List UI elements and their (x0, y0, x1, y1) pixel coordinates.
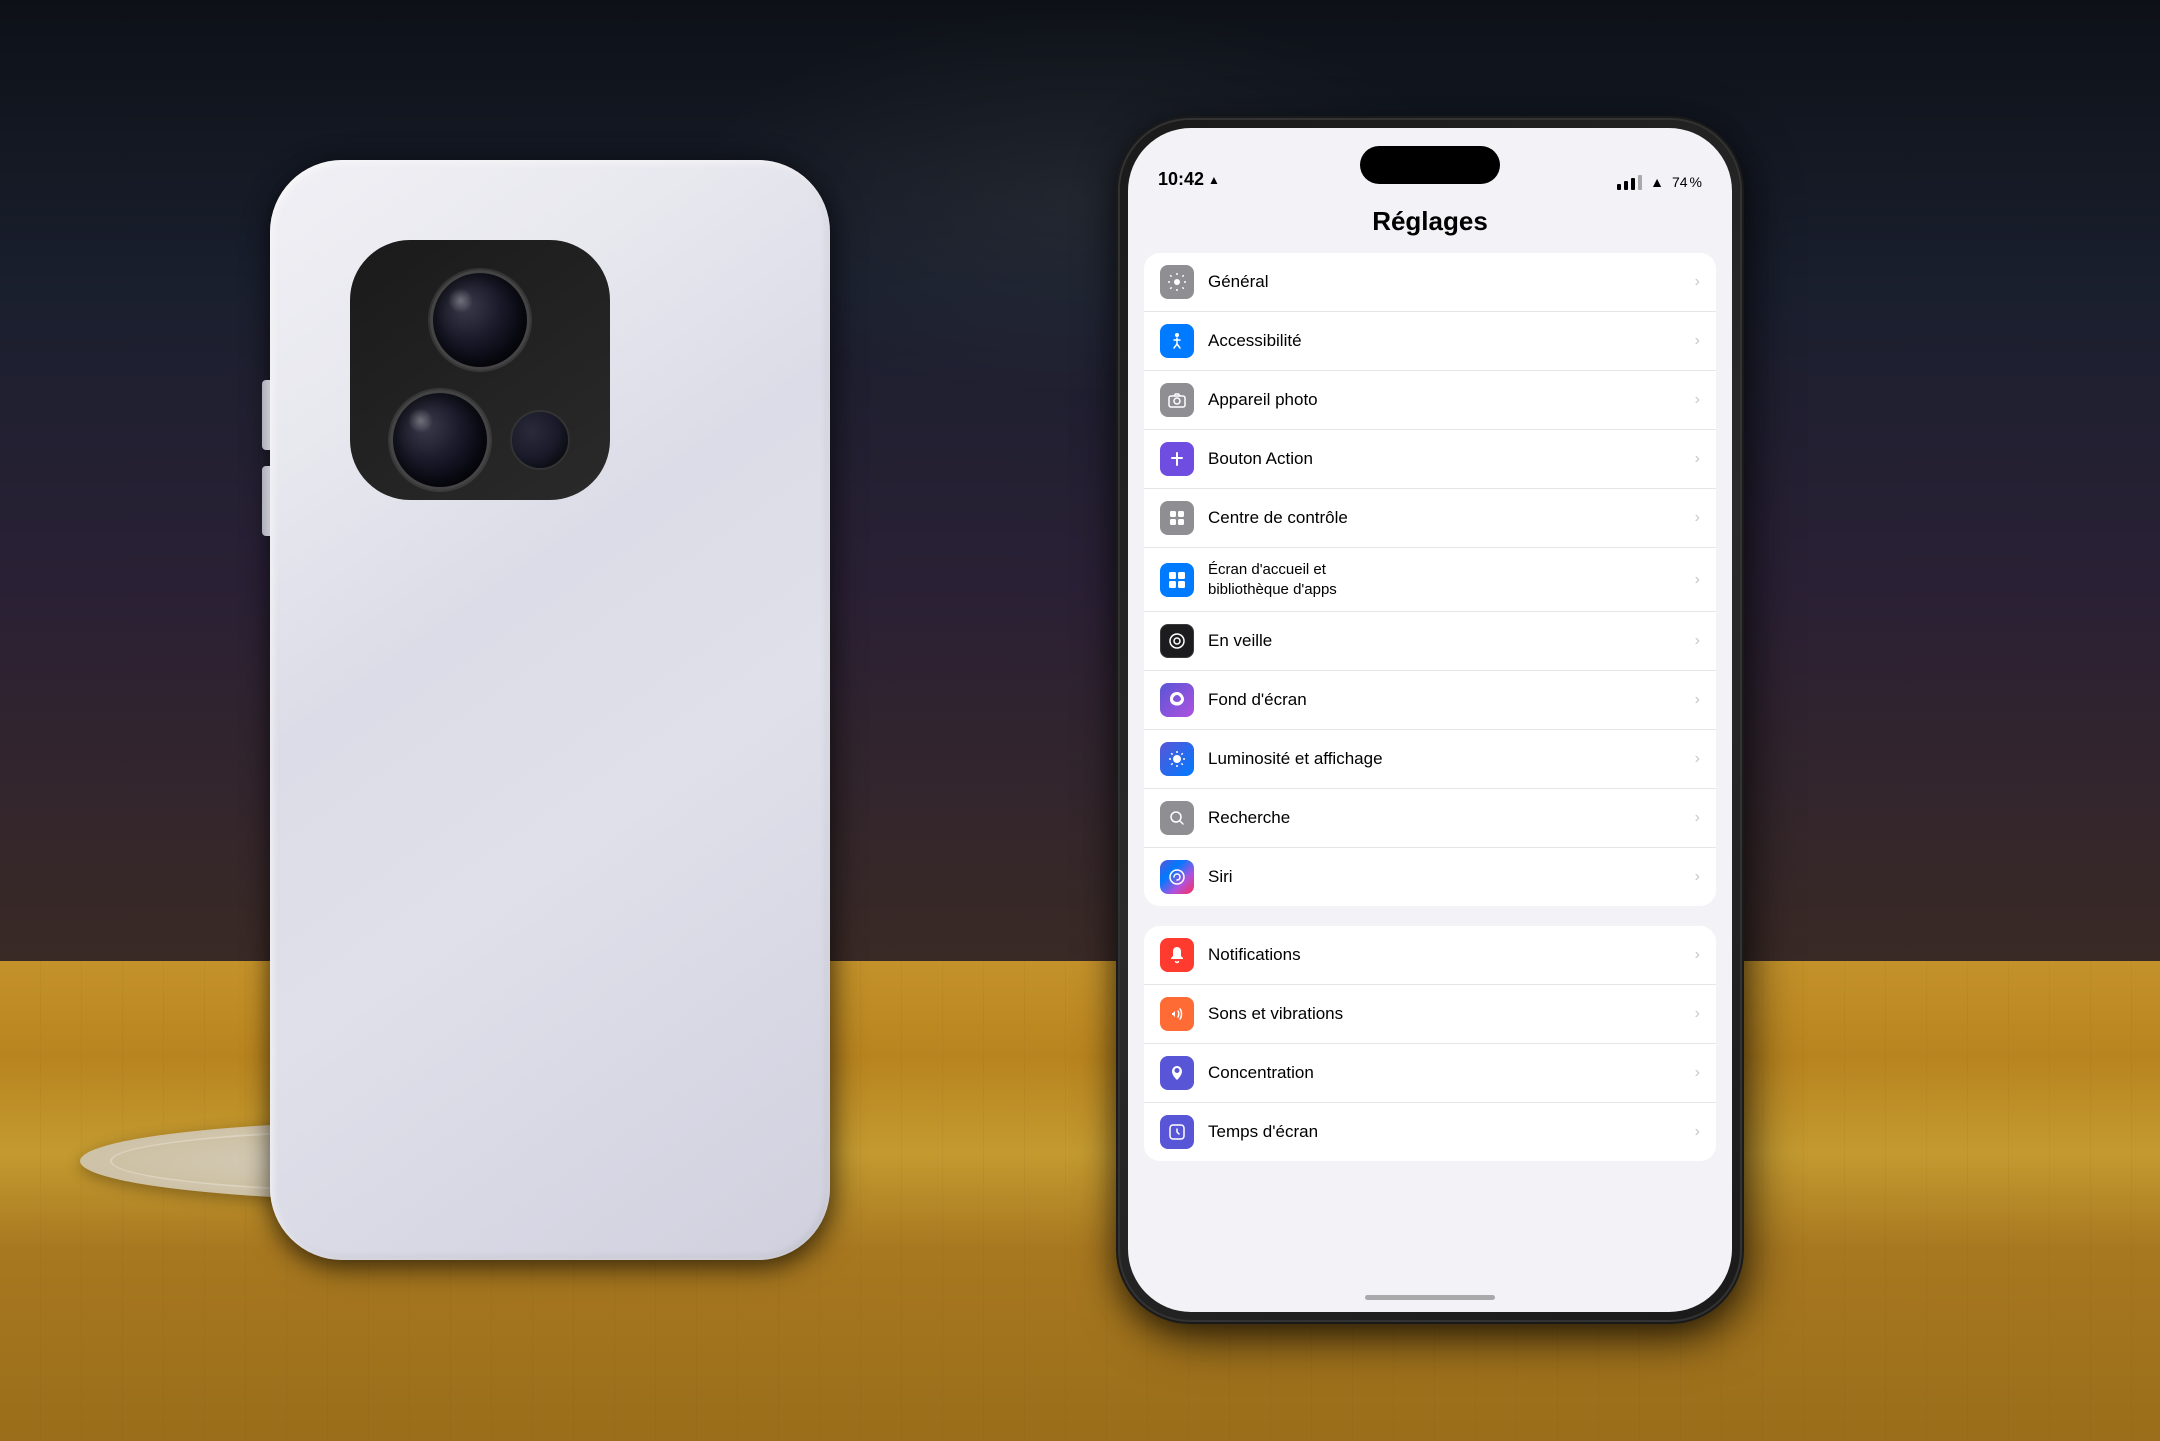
focus-icon (1160, 1056, 1194, 1090)
search-chevron: › (1695, 809, 1700, 827)
homescreen-chevron: › (1695, 571, 1700, 589)
notifications-label: Notifications (1208, 944, 1687, 966)
signal-bar-4 (1638, 175, 1642, 190)
camera-label: Appareil photo (1208, 389, 1687, 411)
search-label: Recherche (1208, 807, 1687, 829)
search-icon (1160, 801, 1194, 835)
wallpaper-label: Fond d'écran (1208, 689, 1687, 711)
settings-item-camera[interactable]: Appareil photo › (1144, 371, 1716, 430)
wallpaper-icon (1160, 683, 1194, 717)
screentime-label: Temps d'écran (1208, 1121, 1687, 1143)
iphone-back-body (270, 160, 830, 1260)
general-label: Général (1208, 271, 1687, 293)
settings-item-sounds[interactable]: Sons et vibrations › (1144, 985, 1716, 1044)
home-indicator (1365, 1295, 1495, 1300)
settings-content[interactable]: Réglages Général › Accessibi (1128, 198, 1732, 1312)
settings-item-wallpaper[interactable]: Fond d'écran › (1144, 671, 1716, 730)
brightness-label: Luminosité et affichage (1208, 748, 1687, 770)
iphone-front: 10:42 ▲ ▲ 74 % (1120, 120, 1740, 1320)
accessibility-chevron: › (1695, 332, 1700, 350)
settings-item-accessibility[interactable]: Accessibilité › (1144, 312, 1716, 371)
standby-chevron: › (1695, 632, 1700, 650)
dynamic-island (1360, 146, 1500, 184)
settings-item-brightness[interactable]: Luminosité et affichage › (1144, 730, 1716, 789)
control-icon (1160, 501, 1194, 535)
settings-item-control[interactable]: Centre de contrôle › (1144, 489, 1716, 548)
battery-level: 74 (1672, 174, 1688, 190)
volume-down-btn (262, 466, 270, 536)
siri-chevron: › (1695, 868, 1700, 886)
location-icon: ▲ (1208, 173, 1220, 187)
control-label: Centre de contrôle (1208, 507, 1687, 529)
brightness-chevron: › (1695, 750, 1700, 768)
camera-icon (1160, 383, 1194, 417)
homescreen-label: Écran d'accueil etbibliothèque d'apps (1208, 560, 1687, 599)
signal-bar-1 (1617, 184, 1621, 190)
siri-label: Siri (1208, 866, 1687, 888)
time-display: 10:42 (1158, 169, 1204, 190)
camera-module (350, 240, 610, 500)
ultra-wide-lens (390, 390, 490, 490)
volume-buttons (262, 380, 270, 536)
apple-logo-back (510, 670, 590, 750)
control-chevron: › (1695, 509, 1700, 527)
battery-indicator: 74 % (1672, 174, 1702, 190)
signal-bar-3 (1631, 178, 1635, 190)
screentime-icon (1160, 1115, 1194, 1149)
homescreen-icon (1160, 563, 1194, 597)
notifications-chevron: › (1695, 946, 1700, 964)
status-right-icons: ▲ 74 % (1617, 174, 1702, 190)
standby-icon (1160, 624, 1194, 658)
wallpaper-chevron: › (1695, 691, 1700, 709)
settings-item-action[interactable]: Bouton Action › (1144, 430, 1716, 489)
siri-icon (1160, 860, 1194, 894)
signal-bar-2 (1624, 181, 1628, 190)
action-icon (1160, 442, 1194, 476)
flash-sensor (510, 410, 570, 470)
standby-label: En veille (1208, 630, 1687, 652)
settings-item-siri[interactable]: Siri › (1144, 848, 1716, 906)
settings-group-1: Général › Accessibilité › (1144, 253, 1716, 906)
settings-item-homescreen[interactable]: Écran d'accueil etbibliothèque d'apps › (1144, 548, 1716, 612)
sounds-icon (1160, 997, 1194, 1031)
status-time: 10:42 ▲ (1158, 169, 1220, 190)
accessibility-icon (1160, 324, 1194, 358)
main-camera-lens (430, 270, 530, 370)
iphone-front-body: 10:42 ▲ ▲ 74 % (1120, 120, 1740, 1320)
sounds-label: Sons et vibrations (1208, 1003, 1687, 1025)
settings-item-focus[interactable]: Concentration › (1144, 1044, 1716, 1103)
general-icon (1160, 265, 1194, 299)
general-chevron: › (1695, 273, 1700, 291)
screentime-chevron: › (1695, 1123, 1700, 1141)
signal-bars (1617, 175, 1642, 190)
focus-chevron: › (1695, 1064, 1700, 1082)
settings-item-general[interactable]: Général › (1144, 253, 1716, 312)
battery-suffix: % (1690, 174, 1702, 190)
brightness-icon (1160, 742, 1194, 776)
action-chevron: › (1695, 450, 1700, 468)
settings-item-screentime[interactable]: Temps d'écran › (1144, 1103, 1716, 1161)
settings-group-2: Notifications › Sons et vibrations › (1144, 926, 1716, 1161)
action-label: Bouton Action (1208, 448, 1687, 470)
settings-item-search[interactable]: Recherche › (1144, 789, 1716, 848)
wifi-icon: ▲ (1650, 174, 1664, 190)
accessibility-label: Accessibilité (1208, 330, 1687, 352)
settings-item-standby[interactable]: En veille › (1144, 612, 1716, 671)
settings-item-notifications[interactable]: Notifications › (1144, 926, 1716, 985)
settings-title: Réglages (1128, 198, 1732, 253)
focus-label: Concentration (1208, 1062, 1687, 1084)
notifications-icon (1160, 938, 1194, 972)
volume-up-btn (262, 380, 270, 450)
iphone-back (270, 160, 830, 1260)
iphone-screen: 10:42 ▲ ▲ 74 % (1128, 128, 1732, 1312)
camera-chevron: › (1695, 391, 1700, 409)
sounds-chevron: › (1695, 1005, 1700, 1023)
